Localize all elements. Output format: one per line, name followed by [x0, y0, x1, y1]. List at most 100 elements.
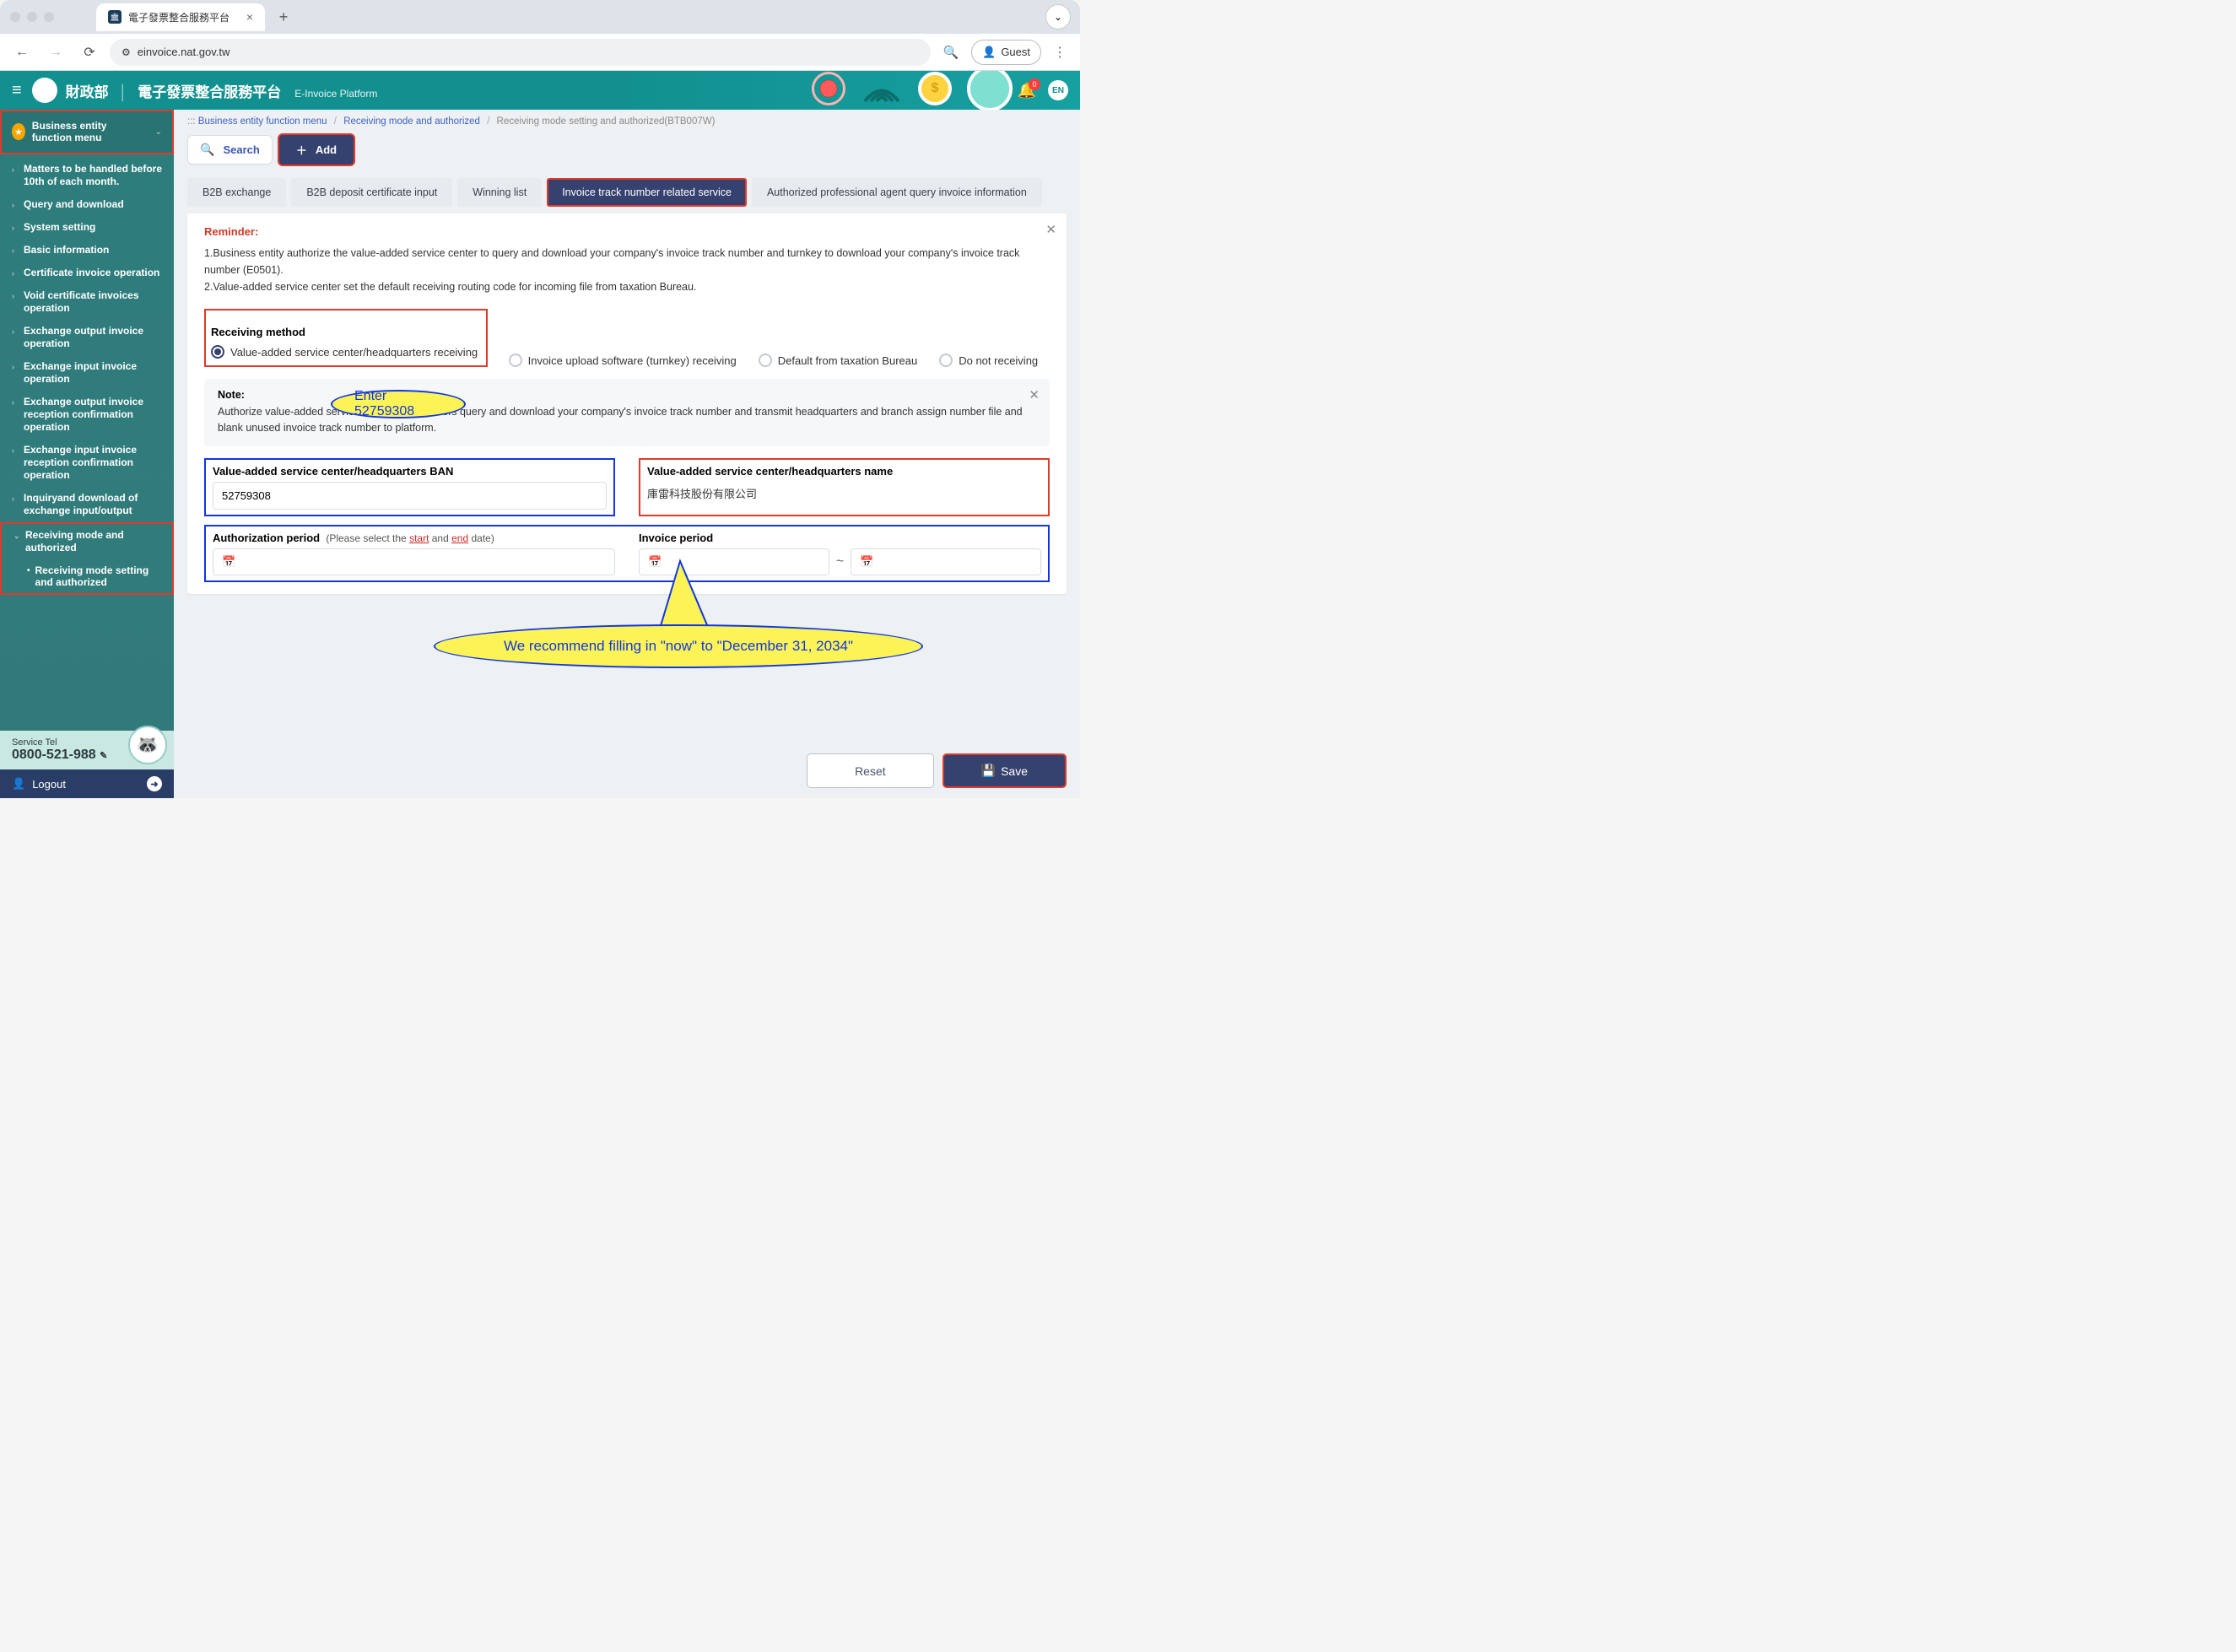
logout-label: Logout: [32, 778, 66, 791]
chevron-right-icon: ›: [12, 398, 19, 408]
wifi-icon: [861, 72, 903, 105]
save-icon: 💾: [981, 764, 996, 778]
profile-button[interactable]: 👤 Guest: [971, 40, 1041, 65]
main-content: ::: Business entity function menu / Rece…: [174, 110, 1080, 798]
person-icon: 👤: [982, 46, 996, 59]
chevron-down-icon: ⌄: [14, 532, 20, 541]
site-settings-icon[interactable]: ⚙: [122, 46, 131, 58]
sidebar-item-receiving-mode[interactable]: ⌄Receiving mode and authorized: [2, 524, 172, 559]
url-input[interactable]: ⚙ einvoice.nat.gov.tw: [110, 39, 931, 66]
tab-authorized-agent[interactable]: Authorized professional agent query invo…: [752, 178, 1042, 207]
sidebar-item[interactable]: ›Certificate invoice operation: [0, 262, 174, 284]
favicon-icon: 🏛: [108, 10, 122, 24]
add-label: Add: [316, 143, 337, 156]
window-traffic-lights: [10, 12, 54, 22]
radio-vasc-receiving[interactable]: Value-added service center/headquarters …: [211, 345, 478, 359]
close-icon[interactable]: ×: [246, 10, 253, 24]
radio-label: Do not receiving: [959, 354, 1038, 367]
tab-b2b-exchange[interactable]: B2B exchange: [187, 178, 286, 207]
tabs-dropdown-button[interactable]: ⌄: [1046, 5, 1070, 29]
note-panel: ✕ Note: Authorize value-added service ce…: [204, 379, 1050, 446]
radio-default-bureau[interactable]: Default from taxation Bureau: [759, 354, 917, 367]
save-label: Save: [1001, 764, 1028, 778]
forward-button[interactable]: →: [42, 39, 69, 66]
chevron-right-icon: ›: [12, 269, 19, 278]
sidebar-header[interactable]: ★ Business entity function menu ⌄: [0, 110, 174, 154]
reload-button[interactable]: ⟳: [76, 39, 103, 66]
chevron-right-icon: ›: [12, 224, 19, 233]
search-button[interactable]: 🔍 Search: [187, 135, 273, 165]
sidebar-item[interactable]: ›Exchange output invoice reception confi…: [0, 391, 174, 439]
language-switch-button[interactable]: EN: [1048, 80, 1068, 100]
field-label-ban: Value-added service center/headquarters …: [213, 465, 607, 478]
invoice-period-end-input[interactable]: 📅: [851, 548, 1041, 575]
sidebar-item[interactable]: ›Query and download: [0, 193, 174, 216]
radio-unselected-icon: [759, 354, 772, 367]
ban-input[interactable]: [213, 482, 607, 510]
sidebar-item[interactable]: ›Exchange input invoice operation: [0, 355, 174, 391]
sidebar-item[interactable]: ›Inquiryand download of exchange input/o…: [0, 487, 174, 522]
save-button[interactable]: 💾 Save: [942, 753, 1067, 788]
hq-name-value: 庫雷科技股份有限公司: [647, 482, 1041, 505]
browser-chrome: 🏛 電子發票整合服務平台 × + ⌄ ← → ⟳ ⚙ einvoice.nat.…: [0, 0, 1080, 71]
radio-turnkey-receiving[interactable]: Invoice upload software (turnkey) receiv…: [509, 354, 737, 367]
radio-label: Default from taxation Bureau: [778, 354, 917, 367]
tab-title: 電子發票整合服務平台: [128, 10, 230, 24]
tab-b2b-deposit[interactable]: B2B deposit certificate input: [291, 178, 452, 207]
close-icon[interactable]: ✕: [1045, 222, 1056, 237]
calendar-icon: 📅: [222, 555, 235, 569]
new-tab-button[interactable]: +: [272, 5, 295, 29]
breadcrumb-link[interactable]: Receiving mode and authorized: [343, 116, 480, 127]
logout-icon: ➜: [147, 776, 162, 791]
sidebar-header-label: Business entity function menu: [32, 120, 149, 144]
system-name: 電子發票整合服務平台: [138, 80, 281, 101]
breadcrumb: ::: Business entity function menu / Rece…: [174, 110, 1080, 133]
plus-icon: ＋: [296, 142, 307, 158]
add-button[interactable]: ＋ Add: [278, 133, 355, 166]
sidebar-item[interactable]: ›Exchange input invoice reception confir…: [0, 439, 174, 487]
chevron-right-icon: ›: [12, 494, 19, 504]
back-button[interactable]: ←: [8, 39, 35, 66]
logout-button[interactable]: 👤 Logout ➜: [0, 769, 174, 798]
breadcrumb-link[interactable]: Business entity function menu: [198, 116, 327, 127]
bullet-icon: •: [27, 566, 30, 588]
tabs: B2B exchange B2B deposit certificate inp…: [174, 178, 1080, 207]
radio-unselected-icon: [939, 354, 953, 367]
app-header: ≡ 🏛 財政部 │ 電子發票整合服務平台 E-Invoice Platform …: [0, 71, 1080, 110]
annotation-callout-enter: Enter 52759308: [331, 390, 466, 418]
browser-tab[interactable]: 🏛 電子發票整合服務平台 ×: [96, 3, 265, 31]
reset-button[interactable]: Reset: [807, 753, 934, 788]
reminder-line-1: 1.Business entity authorize the value-ad…: [204, 245, 1050, 278]
menu-toggle-button[interactable]: ≡: [12, 81, 22, 100]
tab-invoice-track-number[interactable]: Invoice track number related service: [547, 178, 747, 207]
sidebar-item[interactable]: ›Void certificate invoices operation: [0, 284, 174, 320]
field-label-auth-period: Authorization period (Please select the …: [213, 532, 615, 544]
search-icon: 🔍: [200, 143, 214, 157]
sidebar-item[interactable]: ›Exchange output invoice operation: [0, 320, 174, 355]
tab-winning-list[interactable]: Winning list: [457, 178, 542, 207]
chevron-right-icon: ›: [12, 363, 19, 372]
close-icon[interactable]: ✕: [1029, 387, 1040, 402]
reminder-line-2: 2.Value-added service center set the def…: [204, 278, 1050, 295]
chevron-right-icon: ›: [12, 446, 19, 456]
chevron-right-icon: ›: [12, 246, 19, 256]
sidebar: ★ Business entity function menu ⌄ ›Matte…: [0, 110, 174, 798]
sidebar-subitem-receiving-setting[interactable]: •Receiving mode setting and authorized: [2, 559, 172, 593]
browser-menu-button[interactable]: ⋮: [1048, 44, 1072, 61]
zoom-icon[interactable]: 🔍: [937, 39, 964, 66]
radio-unselected-icon: [509, 354, 522, 367]
field-label-invoice-period: Invoice period: [639, 532, 1041, 544]
notifications-button[interactable]: 🔔 0: [1018, 82, 1036, 100]
system-name-en: E-Invoice Platform: [294, 88, 377, 100]
chevron-right-icon: ›: [12, 201, 19, 210]
radio-label: Value-added service center/headquarters …: [230, 346, 478, 359]
sidebar-item[interactable]: ›Matters to be handled before 10th of ea…: [0, 158, 174, 193]
person-icon: 👤: [12, 777, 25, 791]
mascot-icon: 🦝: [128, 726, 167, 764]
sidebar-item[interactable]: ›Basic information: [0, 239, 174, 262]
auth-period-date-input[interactable]: 📅: [213, 548, 615, 575]
sidebar-item[interactable]: ›System setting: [0, 216, 174, 239]
main-panel: ✕ Reminder: 1.Business entity authorize …: [187, 213, 1067, 594]
chevron-right-icon: ›: [12, 327, 19, 337]
radio-do-not-receive[interactable]: Do not receiving: [939, 354, 1038, 367]
